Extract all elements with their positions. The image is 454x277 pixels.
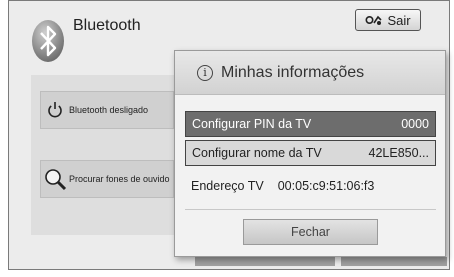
set-tv-name-row[interactable]: Configurar nome da TV 42LE850... (185, 140, 436, 166)
tv-address-row: Endereço TV 00:05:c9:51:06:f3 (185, 173, 436, 199)
magnifier-icon (41, 167, 69, 191)
divider (185, 209, 436, 210)
set-tv-name-label: Configurar nome da TV (192, 146, 322, 160)
footer-bar (195, 257, 335, 266)
set-tv-pin-value: 0000 (401, 117, 429, 131)
info-icon: i (197, 64, 213, 81)
exit-button[interactable]: Sair (355, 9, 421, 31)
close-button[interactable]: Fechar (243, 219, 378, 245)
search-headphones-label: Procurar fones de ouvido (69, 174, 170, 184)
tv-address-label: Endereço TV (191, 179, 264, 193)
exit-label: Sair (387, 12, 411, 28)
power-icon (41, 101, 69, 119)
dialog-header: i Minhas informações (175, 51, 445, 95)
exit-icon (365, 15, 383, 25)
set-tv-pin-label: Configurar PIN da TV (192, 117, 312, 131)
page-title: Bluetooth (73, 17, 141, 34)
my-info-dialog: i Minhas informações Configurar PIN da T… (174, 50, 446, 257)
set-tv-name-value: 42LE850... (368, 146, 429, 160)
bluetooth-power-label: Bluetooth desligado (69, 105, 149, 115)
dialog-title: Minhas informações (221, 63, 365, 81)
tv-address-value: 00:05:c9:51:06:f3 (277, 179, 375, 193)
search-headphones-button[interactable]: Procurar fones de ouvido (40, 160, 174, 198)
set-tv-pin-row[interactable]: Configurar PIN da TV 0000 (185, 111, 436, 137)
bluetooth-power-button[interactable]: Bluetooth desligado (40, 91, 174, 129)
bluetooth-icon (32, 20, 64, 62)
footer-bar (341, 257, 447, 266)
